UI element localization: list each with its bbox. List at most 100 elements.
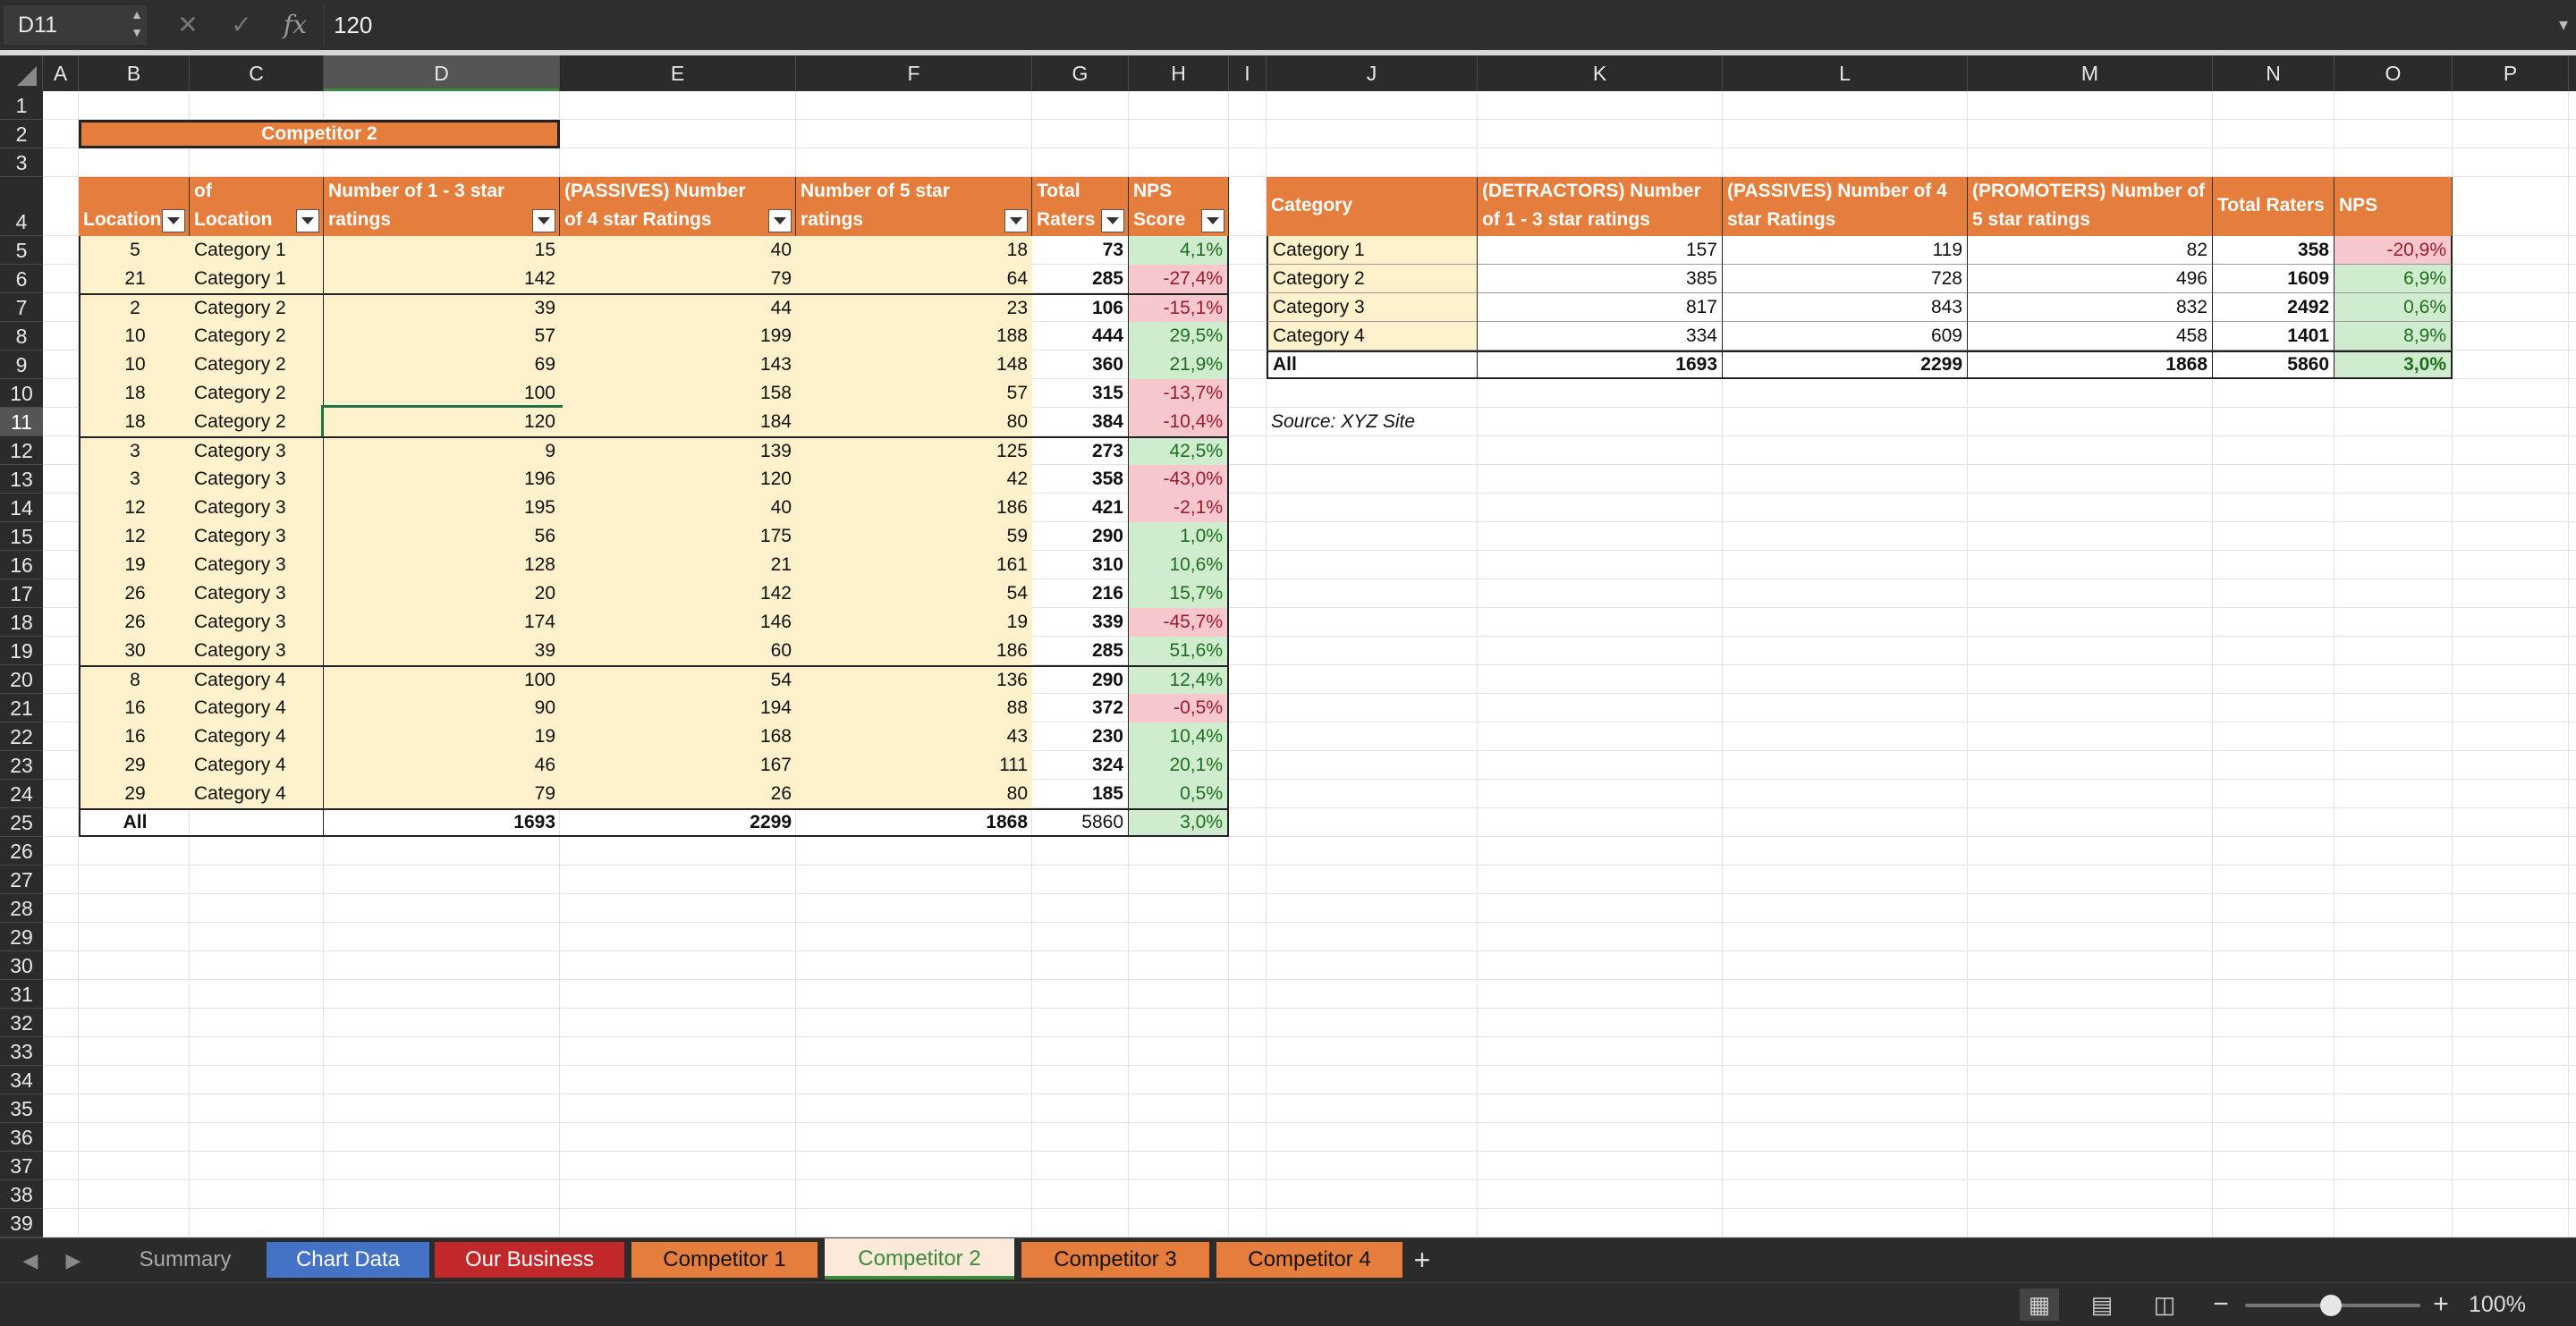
table1-cell-nps[interactable]: -43,0% (1129, 465, 1229, 494)
table1-cell-cat[interactable]: Category 1 (190, 265, 324, 293)
table1-cell-nps[interactable]: 21,9% (1129, 351, 1229, 379)
row-header-32[interactable]: 32 (0, 1009, 43, 1037)
table1-total-pas[interactable]: 2299 (560, 808, 796, 837)
table1-cell-det[interactable]: 9 (324, 436, 560, 465)
column-header-j[interactable]: J (1267, 55, 1478, 91)
table1-cell-nps[interactable]: 15,7% (1129, 579, 1229, 608)
table1-cell-cat[interactable]: Category 3 (190, 637, 324, 665)
table1-header-3[interactable]: (DETRACTORS) Number of 1 - 3 star rating… (324, 177, 560, 236)
worksheet-grid[interactable]: Competitor 2 LocationCategory of Location… (43, 91, 2576, 1237)
table1-cell-pro[interactable]: 148 (796, 351, 1032, 379)
table1-cell-cat[interactable]: Category 3 (190, 436, 324, 465)
row-header-19[interactable]: 19 (0, 637, 43, 665)
row-header-20[interactable]: 20 (0, 665, 43, 694)
table1-cell-det[interactable]: 128 (324, 551, 560, 579)
table1-cell-nps[interactable]: 10,4% (1129, 722, 1229, 751)
row-header-9[interactable]: 9 (0, 351, 43, 379)
sheet-tab-chart-data[interactable]: Chart Data (267, 1242, 429, 1278)
table1-cell-pas[interactable]: 60 (560, 637, 796, 665)
zoom-slider-thumb[interactable] (2320, 1295, 2342, 1316)
row-header-18[interactable]: 18 (0, 608, 43, 637)
table1-cell-pas[interactable]: 40 (560, 494, 796, 522)
table1-cell-nps[interactable]: 10,6% (1129, 551, 1229, 579)
page-layout-icon[interactable]: ▤ (2082, 1288, 2122, 1321)
table2-cell-pro[interactable]: 496 (1968, 265, 2213, 293)
table1-total-tot[interactable]: 5860 (1032, 808, 1129, 837)
table1-cell-tot[interactable]: 230 (1032, 722, 1129, 751)
table1-cell-cat[interactable]: Category 2 (190, 293, 324, 322)
filter-dropdown-icon[interactable] (768, 209, 792, 232)
table1-cell-pro[interactable]: 136 (796, 665, 1032, 694)
table1-cell-pas[interactable]: 54 (560, 665, 796, 694)
table1-cell-loc[interactable]: 8 (79, 665, 190, 694)
table2-cell-nps[interactable]: -20,9% (2334, 236, 2453, 265)
normal-view-icon[interactable]: ▦ (2020, 1288, 2059, 1321)
zoom-level[interactable]: 100% (2469, 1288, 2526, 1321)
table1-header-6[interactable]: Total Raters (1032, 177, 1129, 236)
table1-cell-det[interactable]: 79 (324, 780, 560, 808)
table1-cell-cat[interactable]: Category 3 (190, 608, 324, 637)
zoom-out-icon[interactable]: − (2207, 1288, 2234, 1321)
row-header-22[interactable]: 22 (0, 722, 43, 751)
table1-cell-pas[interactable]: 143 (560, 351, 796, 379)
table1-cell-loc[interactable]: 16 (79, 694, 190, 722)
column-header-e[interactable]: E (560, 55, 796, 91)
table2-cell-tot[interactable]: 1609 (2213, 265, 2334, 293)
row-header-3[interactable]: 3 (0, 148, 43, 177)
table1-cell-cat[interactable]: Category 2 (190, 322, 324, 351)
table1-cell-nps[interactable]: -15,1% (1129, 293, 1229, 322)
table1-cell-pas[interactable]: 79 (560, 265, 796, 293)
table1-header-1[interactable]: Location (79, 177, 190, 236)
table1-cell-tot[interactable]: 185 (1032, 780, 1129, 808)
page-break-icon[interactable]: ◫ (2145, 1288, 2184, 1321)
table1-cell-tot[interactable]: 73 (1032, 236, 1129, 265)
filter-dropdown-icon[interactable] (162, 209, 185, 232)
table1-cell-pro[interactable]: 88 (796, 694, 1032, 722)
table1-cell-loc[interactable]: 18 (79, 408, 190, 436)
table1-cell-pas[interactable]: 146 (560, 608, 796, 637)
table1-cell-det[interactable]: 39 (324, 637, 560, 665)
row-header-8[interactable]: 8 (0, 322, 43, 351)
table1-cell-cat[interactable]: Category 2 (190, 351, 324, 379)
filter-dropdown-icon[interactable] (296, 209, 319, 232)
table2-header-5[interactable]: Total Raters (2213, 177, 2334, 236)
table1-cell-pro[interactable]: 186 (796, 637, 1032, 665)
table1-cell-pro[interactable]: 186 (796, 494, 1032, 522)
row-header-7[interactable]: 7 (0, 293, 43, 322)
row-header-37[interactable]: 37 (0, 1152, 43, 1180)
table1-cell-loc[interactable]: 10 (79, 351, 190, 379)
table1-cell-det[interactable]: 39 (324, 293, 560, 322)
sheet-tab-competitor-3[interactable]: Competitor 3 (1021, 1242, 1209, 1278)
cancel-icon[interactable]: ✕ (170, 5, 206, 45)
table1-cell-det[interactable]: 196 (324, 465, 560, 494)
table1-cell-loc[interactable]: 21 (79, 265, 190, 293)
table1-cell-pas[interactable]: 158 (560, 379, 796, 408)
table2-cell-det[interactable]: 334 (1478, 322, 1723, 351)
table1-total-nps[interactable]: 3,0% (1129, 808, 1229, 837)
table1-cell-nps[interactable]: -2,1% (1129, 494, 1229, 522)
table1-cell-tot[interactable]: 285 (1032, 637, 1129, 665)
zoom-in-icon[interactable]: + (2428, 1288, 2454, 1321)
table1-cell-nps[interactable]: 12,4% (1129, 665, 1229, 694)
column-header-l[interactable]: L (1723, 55, 1968, 91)
table1-cell-tot[interactable]: 384 (1032, 408, 1129, 436)
table1-cell-nps[interactable]: 1,0% (1129, 522, 1229, 551)
table1-cell-loc[interactable]: 26 (79, 579, 190, 608)
row-header-29[interactable]: 29 (0, 923, 43, 951)
table1-cell-pro[interactable]: 19 (796, 608, 1032, 637)
row-header-11[interactable]: 11 (0, 408, 43, 436)
table1-header-2[interactable]: Category of Location (190, 177, 324, 236)
table1-cell-loc[interactable]: 12 (79, 494, 190, 522)
table1-cell-nps[interactable]: -27,4% (1129, 265, 1229, 293)
row-header-38[interactable]: 38 (0, 1180, 43, 1209)
table1-cell-cat[interactable]: Category 1 (190, 236, 324, 265)
table1-cell-nps[interactable]: -10,4% (1129, 408, 1229, 436)
table1-cell-det[interactable]: 19 (324, 722, 560, 751)
row-header-13[interactable]: 13 (0, 465, 43, 494)
table1-cell-det[interactable]: 46 (324, 751, 560, 780)
table2-cell-pas[interactable]: 843 (1723, 293, 1968, 322)
table2-cell-pas[interactable]: 728 (1723, 265, 1968, 293)
source-note[interactable]: Source: XYZ Site (1267, 408, 1723, 436)
table1-cell-pas[interactable]: 175 (560, 522, 796, 551)
table2-header-6[interactable]: NPS (2334, 177, 2453, 236)
